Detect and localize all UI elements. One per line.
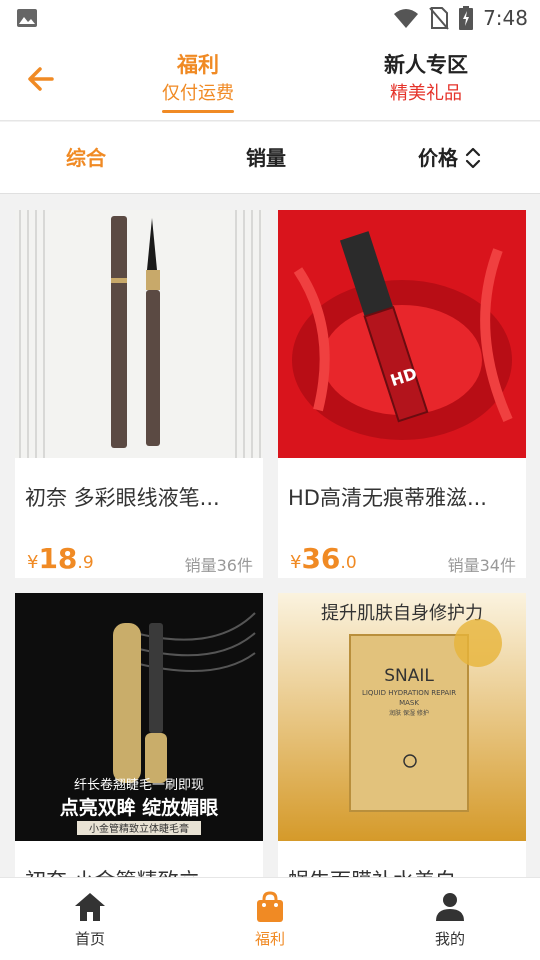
price-integer: 18 [38,542,78,575]
mask-slogan: 提升肌肤自身修护力 [321,603,483,624]
product-sales: 销量36件 [184,556,253,575]
status-time: 7:48 [483,6,528,30]
price-decimal: .9 [77,553,94,573]
tab-new-user-zone[interactable]: 新人专区 精美礼品 [376,50,476,108]
sort-price-label: 价格 [418,146,458,170]
tab-new-user-subtitle: 精美礼品 [390,83,462,104]
product-image-mascara: 纤长卷翘睫毛一刷即现 点亮双眸 绽放媚眼 小金管精致立体睫毛膏 [15,593,263,841]
mascara-slogan-1: 纤长卷翘睫毛一刷即现 [74,777,204,793]
battery-icon [459,6,474,30]
product-price: ¥36.0 [290,542,357,575]
status-bar: 7:48 [0,0,540,36]
sort-updown-icon [465,147,481,169]
tab-welfare-subtitle: 仅付运费 [162,83,234,104]
product-card[interactable]: HD HD高清无痕蒂雅滋... ¥36.0 销量34件 [278,210,526,578]
image-icon [17,9,37,27]
tab-new-user-title: 新人专区 [384,53,468,77]
mask-product-line: LIQUID HYDRATION REPAIR [362,689,456,697]
mascara-slogan-3: 小金管精致立体睫毛膏 [89,822,189,835]
product-card[interactable]: 提升肌肤自身修护力 SNAIL LIQUID HYDRATION REPAIR … [278,593,526,877]
product-price: ¥18.9 [27,542,94,575]
sort-price[interactable]: 价格 [418,122,482,194]
sort-sales[interactable]: 销量 [246,122,286,194]
price-symbol: ¥ [290,552,302,573]
mask-product-type: MASK [399,699,419,707]
no-sim-icon [429,7,449,30]
home-icon [75,893,105,921]
top-header: 福利 仅付运费 新人专区 精美礼品 [0,36,540,121]
tab-active-indicator [162,110,234,113]
tab-welfare[interactable]: 福利 仅付运费 [158,50,238,113]
mascara-slogan-2: 点亮双眸 绽放媚眼 [60,796,219,819]
price-integer: 36 [301,542,341,575]
product-title: HD高清无痕蒂雅滋... [288,486,487,510]
person-icon [436,893,464,921]
nav-welfare-label: 福利 [254,930,285,948]
nav-home-label: 首页 [74,930,105,948]
price-decimal: .0 [340,553,357,573]
product-image-snail-mask: 提升肌肤自身修护力 SNAIL LIQUID HYDRATION REPAIR … [278,593,526,841]
nav-home[interactable]: 首页 [50,890,130,949]
product-image-eyeliner [15,210,263,458]
nav-welfare[interactable]: 福利 [230,890,310,949]
mask-brand: SNAIL [384,666,434,686]
product-title: 初奈 多彩眼线液笔... [25,486,220,510]
nav-mine[interactable]: 我的 [410,890,490,949]
product-title: 初奈 小金管精致立... [25,865,257,877]
bottom-navigation: 首页 福利 我的 [0,877,540,960]
wifi-icon [394,9,419,28]
mask-product-note: 润肤 保湿 修护 [389,709,429,717]
product-title: 蜗牛面膜补水美白... [288,865,520,877]
shopping-bag-icon [257,891,283,922]
back-arrow-icon[interactable] [24,62,58,96]
product-sales: 销量34件 [447,556,516,575]
product-card[interactable]: 纤长卷翘睫毛一刷即现 点亮双眸 绽放媚眼 小金管精致立体睫毛膏 初奈 小金管精致… [15,593,263,877]
sort-general[interactable]: 综合 [66,122,106,194]
product-image-lipgloss: HD [278,210,526,458]
product-card[interactable]: 初奈 多彩眼线液笔... ¥18.9 销量36件 [15,210,263,578]
price-symbol: ¥ [27,552,39,573]
sort-bar: 综合 销量 价格 [0,122,540,194]
product-grid: 初奈 多彩眼线液笔... ¥18.9 销量36件 HD HD高清无痕蒂雅滋...… [0,195,540,877]
tab-welfare-title: 福利 [177,53,219,77]
nav-mine-label: 我的 [434,930,465,948]
